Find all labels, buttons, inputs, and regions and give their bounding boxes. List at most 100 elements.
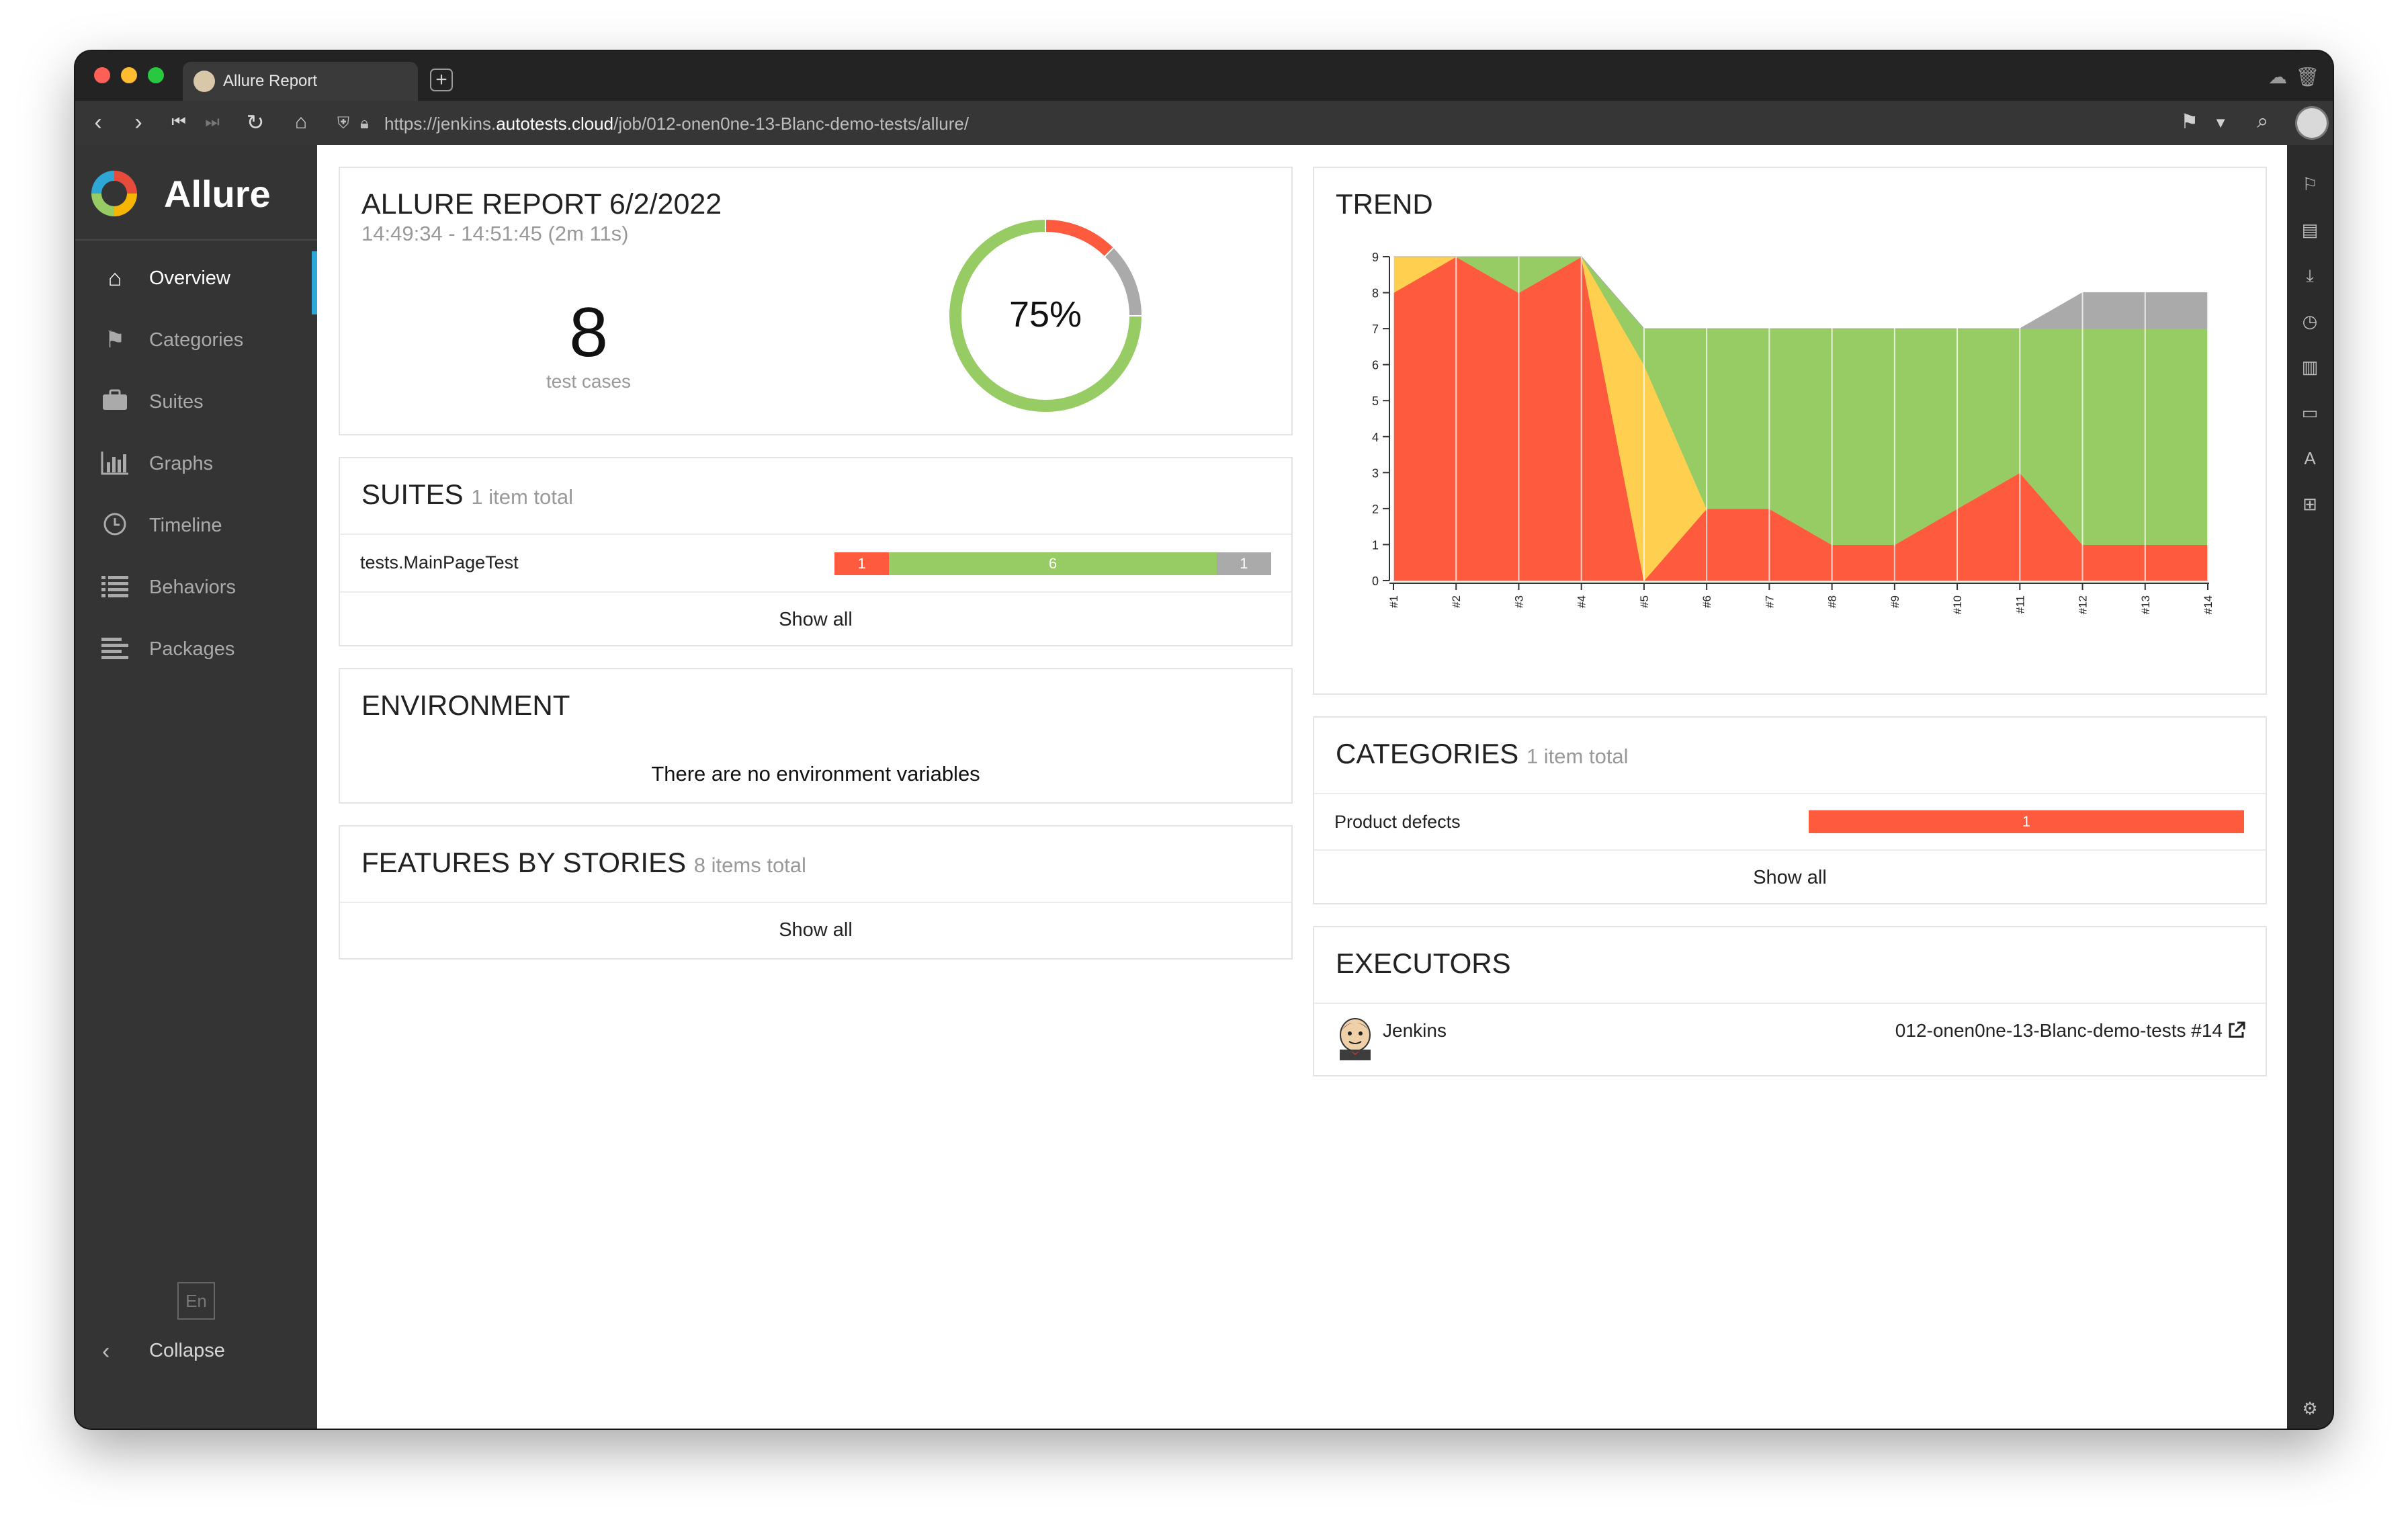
table-row[interactable]: Product defects 1 (1314, 794, 2266, 849)
donut-slice-unknown[interactable] (1103, 246, 1144, 316)
flag-icon: ⚑ (104, 327, 126, 353)
chevron-left-icon[interactable]: ‹ (102, 1339, 110, 1365)
sidebar-item-behaviors[interactable]: Behaviors (75, 560, 317, 614)
sidebar-item-label: Behaviors (149, 577, 236, 598)
x-tick-label: #13 (2139, 595, 2152, 614)
y-tick-label: 7 (1372, 323, 1379, 336)
rewind-icon[interactable]: ⏮ (165, 109, 192, 136)
notes-icon[interactable]: ▥ (2299, 356, 2321, 378)
align-left-icon (99, 636, 130, 663)
sidebar-item-overview[interactable]: ⌂ Overview (75, 251, 317, 314)
address-bar[interactable]: https://jenkins.autotests.cloud/job/012-… (384, 113, 969, 134)
chevron-down-icon[interactable]: ▼ (2213, 114, 2228, 132)
trend-title: TREND (1336, 188, 1433, 220)
sidebar-item-label: Packages (149, 638, 235, 660)
divider (340, 591, 1291, 593)
status-bar-segment[interactable]: 6 (889, 552, 1217, 575)
sidebar-item-categories[interactable]: ⚑ Categories (75, 313, 317, 367)
history-icon[interactable]: ◷ (2299, 310, 2321, 332)
forward-button[interactable]: › (125, 109, 152, 136)
donut-slice-failed[interactable] (1045, 218, 1115, 258)
divider (1314, 849, 2266, 851)
profile-avatar[interactable] (2295, 106, 2329, 140)
trend-card: TREND 0 1 2 3 4 5 6 7 8 9 #1 #2 #3 #4 #5 #6 #7 #8 #9 #10 #11… (1313, 167, 2267, 695)
table-row[interactable]: tests.MainPageTest 161 (340, 535, 1291, 591)
x-tick-label: #12 (2077, 595, 2090, 614)
jenkins-avatar-icon (1340, 1018, 1371, 1060)
sidebar-item-graphs[interactable]: Graphs (75, 437, 317, 491)
x-tick-label: #8 (1826, 595, 1839, 608)
jenkins-favicon-icon (194, 71, 215, 92)
features-show-all-link[interactable]: Show all (340, 919, 1291, 941)
brand-name: Allure (164, 173, 271, 215)
browser-toolbar: ‹ › ⏮ ⏭ ↻ ⌂ ⛨ 🔒︎ https://jenkins.autotes… (75, 101, 2333, 145)
cloud-icon[interactable]: ☁ (2268, 66, 2287, 88)
browser-tab[interactable]: Allure Report (183, 62, 418, 101)
main-content: ALLURE REPORT 6/2/2022 14:49:34 - 14:51:… (317, 145, 2287, 1429)
download-icon[interactable]: ⤓ (2299, 265, 2321, 286)
settings-icon[interactable]: ⚙ (2299, 1398, 2321, 1419)
minimize-window-button[interactable] (121, 67, 137, 83)
trend-chart: 0 1 2 3 4 5 6 7 8 9 #1 #2 #3 #4 #5 #6 #7 #8 #9 #10 #11 #12 #13… (1372, 251, 2214, 614)
reader-icon[interactable]: ▤ (2299, 219, 2321, 241)
categories-card: CATEGORIES 1 item total Product defects … (1313, 716, 2267, 904)
y-tick-label: 8 (1372, 287, 1379, 300)
x-tick-label: #9 (1889, 595, 1901, 608)
executor-build-link[interactable]: 012-onen0ne-13-Blanc-demo-tests #14 (1895, 1020, 2223, 1042)
language-switch-button[interactable]: En (177, 1282, 215, 1320)
search-icon[interactable]: ⌕ (2257, 110, 2268, 133)
suites-show-all-link[interactable]: Show all (340, 609, 1291, 631)
y-tick-label: 2 (1372, 503, 1379, 516)
sidebar-item-label: Categories (149, 329, 244, 351)
bookmark-icon[interactable]: ⚑ (2180, 110, 2198, 134)
sidebar-item-label: Overview (149, 267, 230, 289)
bookmarks-icon[interactable]: ⚐ (2299, 173, 2321, 195)
sidebar-item-label: Suites (149, 391, 204, 413)
sidebar: Allure ⌂ Overview ⚑ Categories Suites Gr… (75, 145, 317, 1429)
report-time-range: 14:49:34 - 14:51:45 (2m 11s) (361, 222, 629, 245)
x-tick-label: #14 (2202, 595, 2214, 614)
trash-icon[interactable]: 🗑 (2295, 66, 2319, 88)
sidebar-item-timeline[interactable]: Timeline (75, 499, 317, 552)
categories-title: CATEGORIES 1 item total (1336, 738, 1629, 770)
close-window-button[interactable] (94, 67, 110, 83)
reload-button[interactable]: ↻ (242, 109, 269, 136)
x-tick-label: #10 (1951, 595, 1964, 614)
new-tab-button[interactable]: + (430, 69, 453, 91)
sidebar-item-suites[interactable]: Suites (75, 375, 317, 429)
title-bar: Allure Report + ☁ 🗑 (75, 51, 2333, 101)
shield-icon[interactable]: ⛨ (337, 114, 349, 133)
lock-icon: 🔒︎ (360, 114, 369, 132)
browser-window: Allure Report + ☁ 🗑 ‹ › ⏮ ⏭ ↻ ⌂ ⛨ 🔒︎ htt… (75, 51, 2333, 1429)
back-button[interactable]: ‹ (85, 109, 112, 136)
sidebar-item-label: Timeline (149, 515, 222, 536)
y-tick-label: 1 (1372, 538, 1379, 552)
x-tick-label: #4 (1576, 595, 1588, 608)
external-link-icon[interactable] (2227, 1020, 2247, 1040)
status-bar-segment[interactable]: 1 (1809, 810, 2244, 833)
y-tick-label: 9 (1372, 251, 1379, 264)
sidebar-item-label: Graphs (149, 453, 214, 474)
suite-name: tests.MainPageTest (360, 552, 519, 572)
home-button[interactable]: ⌂ (288, 109, 314, 136)
browser-side-panel: ⚐ ▤ ⤓ ◷ ▥ ▭ A ⊞ ⚙ (2287, 145, 2333, 1429)
features-card: FEATURES BY STORIES 8 items total Show a… (339, 825, 1293, 960)
maximize-window-button[interactable] (148, 67, 164, 83)
x-tick-label: #3 (1512, 595, 1525, 608)
x-tick-label: #5 (1638, 595, 1651, 608)
category-status-bar: 1 (1809, 810, 2244, 833)
x-tick-label: #1 (1387, 595, 1400, 608)
status-bar-segment[interactable]: 1 (1216, 552, 1271, 575)
collapse-button[interactable]: Collapse (149, 1340, 225, 1362)
suites-subtitle: 1 item total (471, 485, 573, 509)
status-bar-segment[interactable]: 1 (834, 552, 890, 575)
wallet-icon[interactable]: ▭ (2299, 402, 2321, 423)
x-tick-label: #6 (1701, 595, 1713, 608)
categories-show-all-link[interactable]: Show all (1314, 867, 2266, 889)
sidebar-item-packages[interactable]: Packages (75, 622, 317, 676)
translate-icon[interactable]: A (2299, 448, 2321, 469)
add-panel-icon[interactable]: ⊞ (2299, 493, 2321, 515)
y-tick-label: 3 (1372, 466, 1379, 480)
divider (1314, 1003, 2266, 1004)
fast-forward-icon[interactable]: ⏭ (199, 109, 226, 136)
